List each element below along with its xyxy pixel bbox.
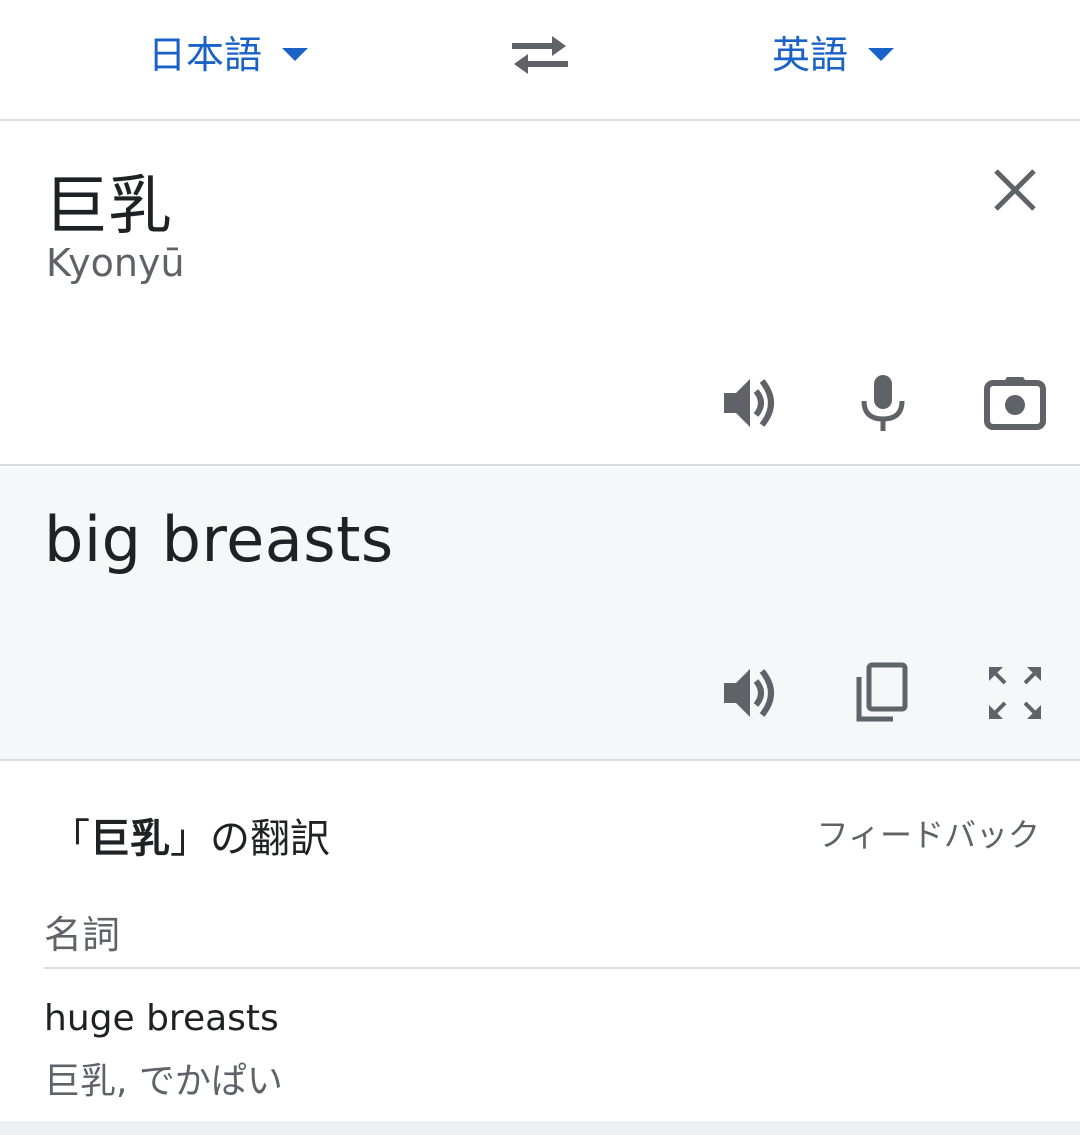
source-text[interactable]: 巨乳 bbox=[44, 155, 172, 247]
fullscreen-icon[interactable] bbox=[983, 661, 1047, 725]
speaker-icon[interactable] bbox=[720, 371, 784, 435]
dictionary-section: 「巨乳」の翻訳 フィードバック 名詞 huge breasts 巨乳, でかぱい bbox=[0, 762, 1080, 1135]
feedback-link[interactable]: フィードバック bbox=[817, 810, 1040, 856]
part-of-speech: 名詞 bbox=[44, 913, 121, 957]
camera-icon[interactable] bbox=[983, 371, 1047, 435]
close-icon[interactable] bbox=[990, 165, 1040, 215]
swap-arrows-icon[interactable] bbox=[508, 28, 572, 82]
speaker-icon[interactable] bbox=[720, 661, 784, 725]
dictionary-title-prefix: 「 bbox=[50, 816, 90, 862]
dictionary-entry-synonyms: 巨乳, でかぱい bbox=[44, 1061, 283, 1102]
source-romanization: Kyonyū bbox=[46, 241, 185, 285]
target-language-selector[interactable]: 英語 bbox=[772, 26, 895, 77]
chevron-down-icon bbox=[282, 47, 309, 61]
dictionary-title-suffix: 」の翻訳 bbox=[170, 816, 330, 862]
source-language-label: 日本語 bbox=[148, 32, 263, 77]
dictionary-entry-word[interactable]: huge breasts bbox=[44, 998, 279, 1039]
source-language-selector[interactable]: 日本語 bbox=[148, 26, 309, 77]
divider bbox=[0, 1121, 1080, 1135]
chevron-down-icon bbox=[868, 47, 895, 61]
translation-text: big breasts bbox=[44, 503, 394, 576]
dictionary-title: 「巨乳」の翻訳 bbox=[50, 806, 330, 864]
source-panel: 巨乳 Kyonyū bbox=[0, 121, 1080, 466]
copy-icon[interactable] bbox=[851, 661, 915, 725]
language-bar: 日本語 英語 bbox=[0, 0, 1080, 121]
microphone-icon[interactable] bbox=[851, 371, 915, 435]
dictionary-title-term: 巨乳 bbox=[90, 816, 170, 862]
target-language-label: 英語 bbox=[772, 32, 849, 77]
translation-panel: big breasts bbox=[0, 467, 1080, 761]
divider bbox=[44, 967, 1080, 969]
